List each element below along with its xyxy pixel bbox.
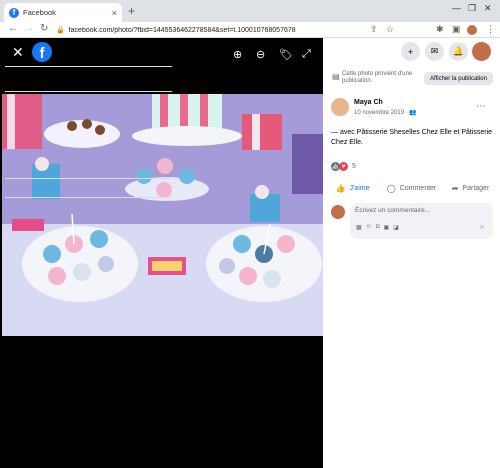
camera-icon[interactable]: ◘ [376,224,380,231]
browser-menu-icon[interactable]: ⋮ [486,24,495,35]
publication-info-icon: ▤ [332,72,340,81]
cupcake-dessert-photo [2,94,323,336]
share-label: Partager [462,184,490,192]
reactions-summary[interactable]: 👍 ♥ 5 [331,162,356,171]
like-label: J'aime [349,184,370,192]
thumbs-up-icon: 👍 [335,183,346,193]
create-plus-icon[interactable]: + [401,42,420,61]
panel-divider-info [5,91,172,92]
lock-icon: 🔒 [56,27,65,34]
love-reaction-icon: ♥ [339,162,348,171]
comment-placeholder: Écrivez un commentaire... [355,207,431,214]
post-caption: — avec Pâtisserie Sheselles Chez Elle et… [331,129,493,146]
like-button[interactable]: 👍 J'aime [323,181,382,195]
maximize-icon[interactable]: ❐ [468,3,476,14]
share-button[interactable]: ➦ Partager [441,181,500,195]
tab-title: Facebook [23,8,56,17]
actions-divider-top [5,178,172,179]
new-tab-button[interactable]: + [128,4,135,18]
show-publication-button[interactable]: Afficher la publication [424,72,493,85]
zoom-out-icon[interactable]: ⊖ [256,48,265,61]
sticker-icon[interactable]: ◪ [393,224,399,231]
messenger-icon[interactable]: ✉ [425,42,444,61]
minimize-icon[interactable]: — [452,3,461,13]
actions-divider-bottom [5,197,172,198]
url-field[interactable]: 🔒 facebook.com/photo/?fbid=1445536462278… [56,24,406,36]
dessert-table-image [2,94,323,336]
window-close-icon[interactable]: ✕ [484,3,492,14]
comment-button[interactable]: ◯ Commenter [382,181,441,195]
fullscreen-icon[interactable]: ⤢ [302,48,311,61]
account-avatar[interactable] [472,42,491,61]
post-date[interactable]: 10 novembre 2019 · 👥 [354,109,417,116]
comment-input[interactable]: Écrivez un commentaire... ▦ ☺ ◘ ▣ ◪ ➤ [350,203,493,239]
publication-info-text: Cette photo provient d'une publication. [342,71,413,84]
facebook-favicon-icon: f [9,7,19,18]
post-side-panel [323,38,500,468]
forward-arrow-icon[interactable]: → [24,23,34,34]
browser-tabstrip: f Facebook × + — ❐ ✕ [0,0,500,22]
more-options-icon[interactable]: ⋯ [476,101,486,112]
reload-icon[interactable]: ↻ [40,23,48,34]
zoom-in-icon[interactable]: ⊕ [233,48,242,61]
panel-divider-top [5,66,172,67]
bookmark-star-icon[interactable]: ☆ [386,24,394,35]
avatar-sticker-icon[interactable]: ▦ [356,224,362,231]
profile-avatar-icon[interactable] [467,25,477,35]
browser-tab[interactable]: f Facebook × [4,3,122,22]
extensions-icon[interactable]: ✱ [436,24,444,35]
address-bar: ← → ↻ 🔒 facebook.com/photo/?fbid=1445536… [0,22,500,38]
sidebar-icon[interactable]: ▣ [452,24,461,35]
comment-label: Commenter [399,184,437,192]
comment-bubble-icon: ◯ [386,183,396,193]
close-viewer-icon[interactable]: ✕ [12,44,24,61]
reaction-count: 5 [352,163,356,170]
author-name[interactable]: Maya Ch [354,99,383,106]
back-arrow-icon[interactable]: ← [8,23,18,34]
url-text: facebook.com/photo/?fbid=144553646227858… [68,26,296,34]
share-arrow-icon: ➦ [451,183,459,193]
comment-tools: ▦ ☺ ◘ ▣ ◪ [356,224,399,231]
commenter-avatar [331,205,345,219]
emoji-icon[interactable]: ☺ [366,224,372,231]
facebook-logo[interactable]: f [32,42,52,62]
post-actions: 👍 J'aime ◯ Commenter ➦ Partager [323,181,500,195]
send-icon[interactable]: ➤ [479,223,485,231]
gif-icon[interactable]: ▣ [383,224,389,231]
share-icon[interactable]: ⇪ [370,24,378,35]
author-avatar[interactable] [331,98,349,116]
notifications-bell-icon[interactable]: 🔔 [449,42,468,61]
tag-icon[interactable]: 🏷 [279,48,293,61]
tab-close-icon[interactable]: × [112,8,117,18]
